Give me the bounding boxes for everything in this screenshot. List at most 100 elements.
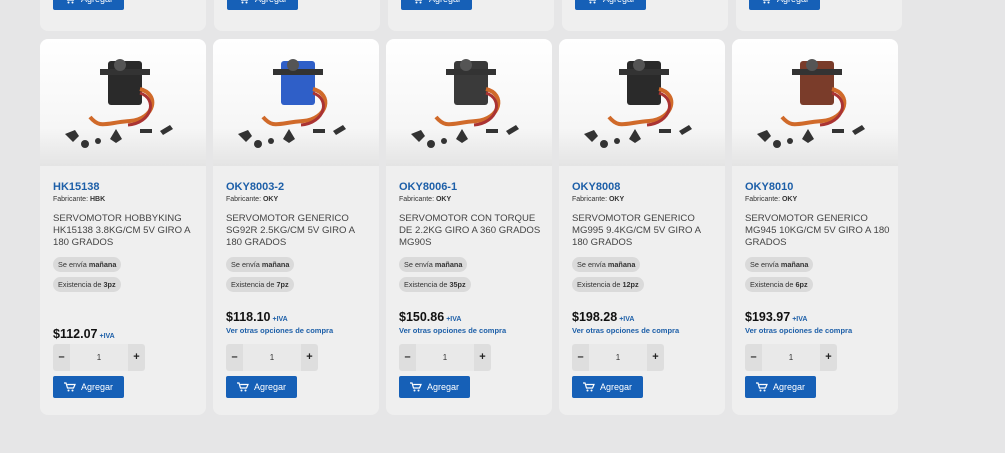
more-purchase-options-link[interactable]: Ver otras opciones de compra bbox=[226, 326, 333, 335]
add-to-cart-button[interactable]: Agregar bbox=[745, 376, 816, 398]
quantity-input[interactable]: 1 bbox=[589, 344, 647, 371]
decrement-button[interactable]: – bbox=[53, 344, 70, 371]
increment-button[interactable]: + bbox=[128, 344, 145, 371]
product-description[interactable]: SERVOMOTOR CON TORQUE DE 2.2KG GIRO A 36… bbox=[399, 213, 544, 249]
stock-badge: Existencia de 12pz bbox=[572, 277, 644, 292]
product-card-partial: Agregar bbox=[736, 0, 902, 31]
add-button-label: Agregar bbox=[429, 0, 461, 10]
product-description[interactable]: SERVOMOTOR GENERICO SG92R 2.5KG/CM 5V GI… bbox=[226, 213, 371, 249]
servo-motor-image bbox=[584, 59, 692, 148]
iva-label: +IVA bbox=[99, 333, 115, 340]
decrement-button[interactable]: – bbox=[745, 344, 762, 371]
product-price: $150.86 +IVA bbox=[399, 310, 462, 324]
product-grid: HK15138 Fabricante: HBK SERVOMOTOR HOBBY… bbox=[40, 39, 898, 415]
product-sku-link[interactable]: OKY8003-2 bbox=[226, 181, 284, 193]
quantity-stepper: – 1 + bbox=[745, 344, 837, 371]
add-to-cart-button[interactable]: Agregar bbox=[53, 376, 124, 398]
quantity-input[interactable]: 1 bbox=[70, 344, 128, 371]
shipping-badge: Se envía mañana bbox=[399, 257, 468, 272]
cart-plus-icon bbox=[63, 382, 76, 392]
add-to-cart-button[interactable]: Agregar bbox=[227, 0, 298, 10]
add-to-cart-button[interactable]: Agregar bbox=[575, 0, 646, 10]
add-to-cart-button[interactable]: Agregar bbox=[749, 0, 820, 10]
product-image[interactable] bbox=[40, 39, 206, 166]
add-button-label: Agregar bbox=[777, 0, 809, 10]
increment-button[interactable]: + bbox=[474, 344, 491, 371]
previous-product-row: Agregar Agregar Agregar Agregar Agregar bbox=[40, 0, 902, 31]
product-sku-link[interactable]: OKY8010 bbox=[745, 181, 793, 193]
decrement-button[interactable]: – bbox=[399, 344, 416, 371]
more-purchase-options-link[interactable]: Ver otras opciones de compra bbox=[745, 326, 852, 335]
increment-button[interactable]: + bbox=[820, 344, 837, 371]
shipping-badge: Se envía mañana bbox=[226, 257, 295, 272]
product-image[interactable] bbox=[213, 39, 379, 166]
decrement-button[interactable]: – bbox=[572, 344, 589, 371]
product-description[interactable]: SERVOMOTOR GENERICO MG945 10KG/CM 5V GIR… bbox=[745, 213, 890, 249]
cart-plus-icon bbox=[409, 382, 422, 392]
add-button-label: Agregar bbox=[426, 382, 460, 392]
product-card-partial: Agregar bbox=[388, 0, 554, 31]
product-sku-link[interactable]: HK15138 bbox=[53, 181, 99, 193]
quantity-stepper: – 1 + bbox=[226, 344, 318, 371]
servo-motor-image bbox=[238, 59, 346, 148]
quantity-input[interactable]: 1 bbox=[762, 344, 820, 371]
product-description[interactable]: SERVOMOTOR HOBBYKING HK15138 3.8KG/CM 5V… bbox=[53, 213, 198, 249]
add-button-label: Agregar bbox=[772, 382, 806, 392]
add-to-cart-button[interactable]: Agregar bbox=[53, 0, 124, 10]
cart-plus-icon bbox=[236, 382, 249, 392]
more-purchase-options-link[interactable]: Ver otras opciones de compra bbox=[399, 326, 506, 335]
shipping-badge: Se envía mañana bbox=[572, 257, 641, 272]
quantity-input[interactable]: 1 bbox=[416, 344, 474, 371]
product-description[interactable]: SERVOMOTOR GENERICO MG995 9.4KG/CM 5V GI… bbox=[572, 213, 717, 249]
quantity-input[interactable]: 1 bbox=[243, 344, 301, 371]
stock-badge: Existencia de 7pz bbox=[226, 277, 294, 292]
quantity-stepper: – 1 + bbox=[572, 344, 664, 371]
cart-plus-icon bbox=[762, 0, 771, 4]
product-price: $198.28 +IVA bbox=[572, 310, 635, 324]
increment-button[interactable]: + bbox=[301, 344, 318, 371]
iva-label: +IVA bbox=[619, 316, 635, 323]
iva-label: +IVA bbox=[272, 316, 288, 323]
add-to-cart-button[interactable]: Agregar bbox=[401, 0, 472, 10]
quantity-stepper: – 1 + bbox=[399, 344, 491, 371]
product-price: $193.97 +IVA bbox=[745, 310, 808, 324]
decrement-button[interactable]: – bbox=[226, 344, 243, 371]
quantity-stepper: – 1 + bbox=[53, 344, 145, 371]
product-image[interactable] bbox=[559, 39, 725, 166]
cart-plus-icon bbox=[582, 382, 595, 392]
product-card: OKY8010 Fabricante: OKY SERVOMOTOR GENER… bbox=[732, 39, 898, 415]
stock-badge: Existencia de 35pz bbox=[399, 277, 471, 292]
product-card-partial: Agregar bbox=[214, 0, 380, 31]
servo-motor-image bbox=[757, 59, 865, 148]
stock-badge: Existencia de 6pz bbox=[745, 277, 813, 292]
shipping-badge: Se envía mañana bbox=[745, 257, 814, 272]
product-sku-link[interactable]: OKY8008 bbox=[572, 181, 620, 193]
product-price: $112.07 +IVA bbox=[53, 327, 115, 341]
product-card-partial: Agregar bbox=[562, 0, 728, 31]
add-to-cart-button[interactable]: Agregar bbox=[399, 376, 470, 398]
cart-plus-icon bbox=[240, 0, 249, 4]
cart-plus-icon bbox=[414, 0, 423, 4]
add-to-cart-button[interactable]: Agregar bbox=[572, 376, 643, 398]
add-to-cart-button[interactable]: Agregar bbox=[226, 376, 297, 398]
iva-label: +IVA bbox=[792, 316, 808, 323]
add-button-label: Agregar bbox=[255, 0, 287, 10]
product-manufacturer: Fabricante: OKY bbox=[399, 196, 452, 203]
increment-button[interactable]: + bbox=[647, 344, 664, 371]
product-sku-link[interactable]: OKY8006-1 bbox=[399, 181, 457, 193]
more-purchase-options-link[interactable]: Ver otras opciones de compra bbox=[572, 326, 679, 335]
product-image[interactable] bbox=[386, 39, 552, 166]
product-card: HK15138 Fabricante: HBK SERVOMOTOR HOBBY… bbox=[40, 39, 206, 415]
product-manufacturer: Fabricante: OKY bbox=[572, 196, 625, 203]
cart-plus-icon bbox=[66, 0, 75, 4]
shipping-badge: Se envía mañana bbox=[53, 257, 122, 272]
cart-plus-icon bbox=[588, 0, 597, 4]
servo-motor-image bbox=[65, 59, 173, 148]
product-image[interactable] bbox=[732, 39, 898, 166]
product-manufacturer: Fabricante: HBK bbox=[53, 196, 106, 203]
product-price: $118.10 +IVA bbox=[226, 310, 288, 324]
product-manufacturer: Fabricante: OKY bbox=[226, 196, 279, 203]
product-manufacturer: Fabricante: OKY bbox=[745, 196, 798, 203]
add-button-label: Agregar bbox=[81, 0, 113, 10]
add-button-label: Agregar bbox=[599, 382, 633, 392]
